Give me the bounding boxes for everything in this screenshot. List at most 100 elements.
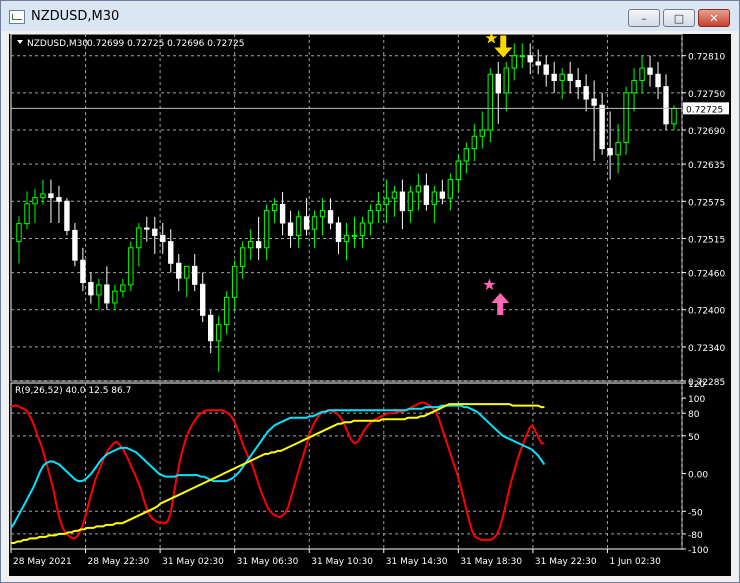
candle-body: [200, 283, 206, 316]
oscillator-tick-label: -80: [688, 531, 703, 541]
oscillator-tick-label: -50: [688, 508, 703, 518]
symbol-label: NZDUSD,M30: [27, 39, 88, 49]
candle-body: [48, 193, 54, 199]
candle-body: [543, 64, 549, 75]
candle-body: [215, 324, 222, 342]
maximize-button[interactable]: □: [663, 9, 695, 27]
candle-body: [88, 281, 94, 296]
candle-body: [128, 247, 134, 286]
candle-body: [160, 234, 166, 243]
time-tick-label: 28 May 2021: [13, 557, 72, 567]
candle-body: [367, 210, 374, 224]
candle-body: [287, 222, 294, 236]
price-tick-label: 0.72575: [688, 198, 725, 208]
chart-area[interactable]: 0.72810 0.72750 0.72690 0.72635 0.72575 0.725…: [9, 34, 731, 576]
time-tick-label: 31 May 18:30: [460, 557, 522, 567]
candle-body: [168, 241, 174, 264]
candle-body: [32, 197, 38, 205]
sell-signal-star: ★: [484, 34, 498, 47]
price-tick-label: 0.72750: [688, 90, 725, 100]
oscillator-tick-label: 50: [688, 433, 700, 443]
candle-body: [567, 73, 573, 81]
candle-body: [463, 148, 470, 162]
candle-body: [303, 216, 310, 230]
candle-body: [559, 73, 565, 81]
candle-body: [623, 92, 629, 143]
candle-body: [327, 210, 334, 224]
chart-window-icon: [9, 10, 25, 24]
candle-body: [192, 265, 198, 285]
candle-body: [255, 241, 262, 249]
candle-body: [535, 61, 541, 66]
candle-body: [607, 148, 613, 156]
oscillator-label: R(9,26,52) 40.0 12.5 86.7: [15, 386, 131, 396]
candle-body: [351, 234, 358, 237]
candle-body: [407, 191, 414, 212]
candle-body: [663, 86, 669, 125]
candle-body: [503, 67, 509, 94]
candle-body: [239, 247, 246, 267]
candle-body: [527, 55, 533, 63]
price-tick-label: 0.72690: [688, 127, 725, 137]
candle-body: [591, 98, 597, 106]
minimize-button[interactable]: –: [628, 9, 660, 27]
candle-body: [223, 296, 230, 326]
candle-body: [359, 222, 366, 236]
candle-body: [431, 191, 438, 205]
title-bar[interactable]: NZDUSD,M30 – □ ✕: [1, 1, 739, 31]
oscillator-tick-label: 0.00: [688, 471, 708, 481]
price-tick-label: 0.72460: [688, 270, 725, 280]
candle-body: [184, 265, 190, 279]
candle-body: [72, 229, 78, 261]
candle-body: [144, 227, 150, 230]
candle-body: [471, 135, 478, 150]
candle-body: [104, 284, 110, 304]
candle-body: [439, 191, 446, 199]
window-title: NZDUSD,M30: [31, 9, 120, 24]
candle-body: [455, 160, 462, 181]
candle-body: [615, 141, 621, 156]
candle-body: [447, 179, 454, 199]
candle-body: [120, 284, 126, 292]
candle-body: [136, 227, 142, 249]
current-price-label: 0.72725: [686, 105, 723, 115]
candle-body: [671, 107, 677, 125]
candle-body: [24, 203, 30, 225]
time-tick-label: 31 May 14:30: [386, 557, 448, 567]
buy-signal-star: ★: [482, 275, 496, 294]
candle-body: [319, 210, 326, 218]
candle-body: [311, 216, 318, 230]
price-tick-label: 0.72635: [688, 161, 725, 171]
candle-body: [575, 79, 581, 88]
candle-body: [231, 265, 238, 298]
oscillator-tick-label: 80: [688, 410, 700, 420]
time-tick-label: 28 May 22:30: [88, 557, 150, 567]
candle-body: [383, 197, 390, 205]
candle-body: [40, 193, 46, 199]
candle-body: [295, 216, 302, 236]
candle-body: [495, 73, 501, 94]
candle-body: [479, 129, 485, 137]
candle-body: [343, 234, 350, 243]
candle-body: [599, 104, 605, 150]
candle-body: [279, 203, 286, 224]
time-tick-label: 1 Jun 02:30: [609, 557, 661, 567]
candle-body: [639, 67, 645, 81]
price-tick-label: 0.72515: [688, 235, 725, 245]
candle-body: [263, 210, 270, 249]
time-tick-label: 31 May 22:30: [535, 557, 597, 567]
oscillator-tick-label: 100: [688, 395, 705, 405]
candle-body: [415, 185, 422, 193]
candle-body: [391, 191, 398, 199]
candle-body: [96, 284, 102, 296]
ohlc-header: 0.72699 0.72725 0.72696 0.72725: [87, 39, 244, 49]
time-tick-label: 31 May 02:30: [162, 557, 224, 567]
candle-body: [519, 55, 525, 58]
price-tick-label: 0.72340: [688, 344, 725, 354]
candle-body: [583, 86, 589, 100]
candle-body: [16, 223, 22, 243]
candle-body: [112, 290, 118, 304]
candle-body: [647, 67, 653, 75]
candle-body: [423, 185, 430, 205]
close-button[interactable]: ✕: [698, 9, 730, 27]
